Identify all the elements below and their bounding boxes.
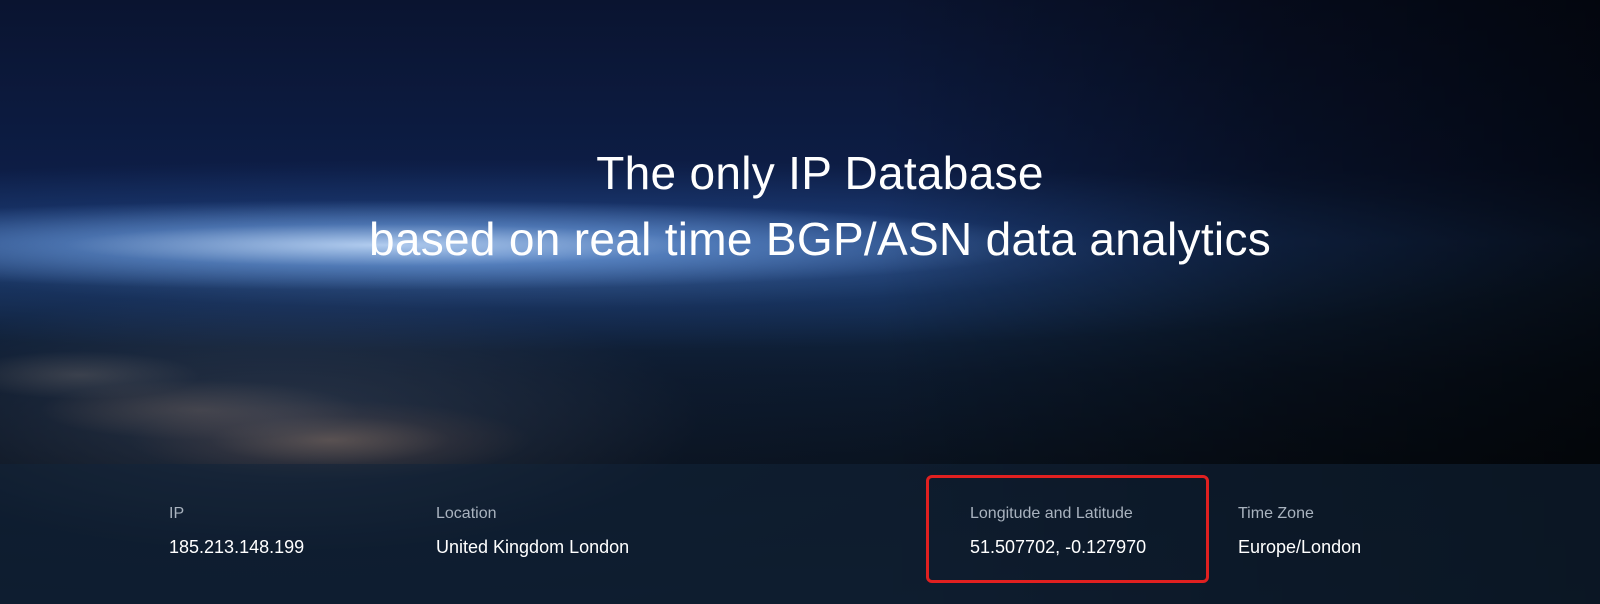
location-value: United Kingdom London	[436, 537, 630, 557]
location-info: Location United Kingdom London	[436, 504, 629, 558]
headline-line-1: The only IP Database	[596, 147, 1044, 199]
timezone-value: Europe/London	[1238, 537, 1362, 557]
hero-section: The only IP Database based on real time …	[0, 0, 1600, 604]
headline-line-2: based on real time BGP/ASN data analytic…	[368, 213, 1272, 265]
location-label: Location	[436, 505, 497, 522]
ip-label: IP	[169, 505, 185, 522]
ip-value: 185.213.148.199	[169, 537, 305, 557]
hero-headline: The only IP Database based on real time …	[0, 140, 1600, 272]
lonlat-highlight-box	[926, 475, 1209, 583]
timezone-info: Time Zone Europe/London	[1238, 504, 1361, 558]
ip-info-bar: IP 185.213.148.199 Location United Kingd…	[0, 464, 1600, 604]
timezone-label: Time Zone	[1238, 505, 1314, 522]
ip-info: IP 185.213.148.199	[169, 504, 304, 558]
